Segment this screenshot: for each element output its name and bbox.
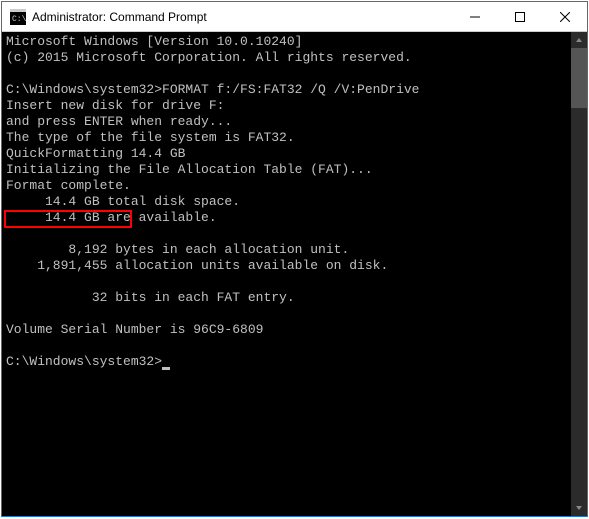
chevron-down-icon [575, 504, 583, 512]
maximize-icon [515, 12, 525, 22]
scroll-up-button[interactable] [571, 32, 587, 48]
svg-text:C:\: C:\ [12, 15, 26, 24]
terminal-body[interactable]: Microsoft Windows [Version 10.0.10240] (… [2, 32, 587, 516]
minimize-icon [470, 12, 480, 22]
terminal-line: C:\Windows\system32>FORMAT f:/FS:FAT32 /… [6, 82, 419, 97]
command-prompt-icon: C:\ [10, 9, 26, 25]
minimize-button[interactable] [452, 2, 497, 31]
terminal-line: 32 bits in each FAT entry. [6, 290, 295, 305]
terminal-output[interactable]: Microsoft Windows [Version 10.0.10240] (… [2, 32, 571, 516]
terminal-line: Microsoft Windows [Version 10.0.10240] [6, 34, 302, 49]
maximize-button[interactable] [497, 2, 542, 31]
terminal-line: QuickFormatting 14.4 GB [6, 146, 185, 161]
scrollbar[interactable] [571, 32, 587, 516]
terminal-line: Insert new disk for drive F: [6, 98, 224, 113]
window-controls [452, 2, 587, 31]
terminal-line: Initializing the File Allocation Table (… [6, 162, 373, 177]
titlebar[interactable]: C:\ Administrator: Command Prompt [2, 2, 587, 32]
terminal-line: 14.4 GB are available. [6, 210, 217, 225]
terminal-line: and press ENTER when ready... [6, 114, 232, 129]
window-title: Administrator: Command Prompt [32, 10, 452, 24]
terminal-line: 14.4 GB total disk space. [6, 194, 240, 209]
terminal-line: 1,891,455 allocation units available on … [6, 258, 388, 273]
scroll-thumb[interactable] [571, 48, 587, 108]
terminal-line: C:\Windows\system32> [6, 354, 162, 369]
terminal-line: The type of the file system is FAT32. [6, 130, 295, 145]
close-icon [560, 12, 570, 22]
chevron-up-icon [575, 36, 583, 44]
terminal-line: (c) 2015 Microsoft Corporation. All righ… [6, 50, 412, 65]
terminal-line: Format complete. [6, 178, 131, 193]
scroll-down-button[interactable] [571, 500, 587, 516]
terminal-line: Volume Serial Number is 96C9-6809 [6, 322, 263, 337]
command-prompt-window: C:\ Administrator: Command Prompt Micros… [1, 1, 588, 517]
close-button[interactable] [542, 2, 587, 31]
cursor [162, 367, 170, 370]
terminal-line: 8,192 bytes in each allocation unit. [6, 242, 349, 257]
